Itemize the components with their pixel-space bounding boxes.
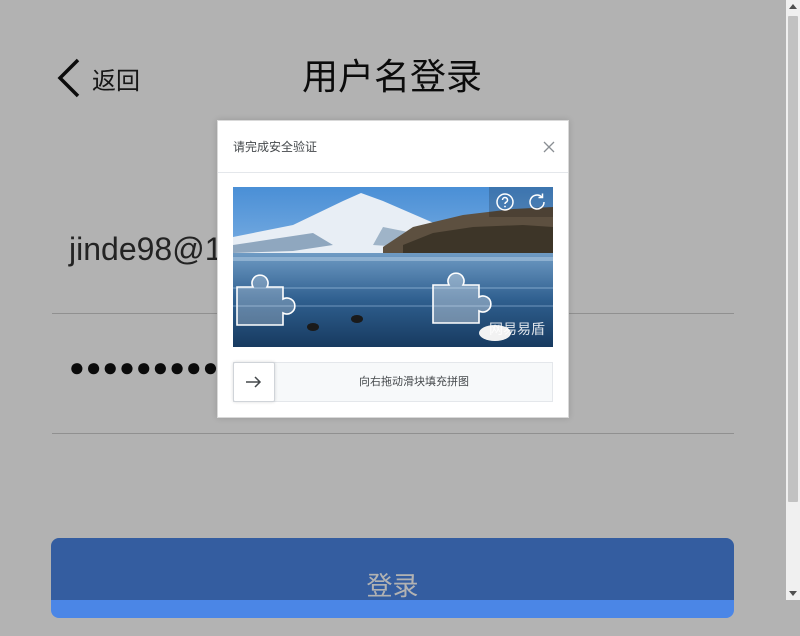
refresh-icon[interactable] xyxy=(526,191,548,213)
captcha-dialog: 请完成安全验证 网易易盾 向右拖动滑块填充拼图 xyxy=(217,120,569,418)
captcha-title: 请完成安全验证 xyxy=(233,140,318,154)
help-icon[interactable] xyxy=(494,191,516,213)
captcha-tools xyxy=(489,187,553,217)
captcha-slider-track[interactable]: 向右拖动滑块填充拼图 xyxy=(233,362,553,402)
scroll-up-arrow-icon[interactable] xyxy=(786,0,800,14)
slider-hint: 向右拖动滑块填充拼图 xyxy=(359,375,469,388)
scrollbar[interactable] xyxy=(786,0,800,600)
captcha-puzzle-image: 网易易盾 xyxy=(233,187,553,347)
captcha-watermark: 网易易盾 xyxy=(489,322,545,338)
close-icon[interactable] xyxy=(542,140,556,154)
scrollbar-thumb[interactable] xyxy=(788,16,798,502)
scroll-down-arrow-icon[interactable] xyxy=(786,586,800,600)
captcha-header: 请完成安全验证 xyxy=(218,121,568,173)
arrow-right-icon xyxy=(246,376,262,388)
slider-handle[interactable] xyxy=(233,362,275,402)
